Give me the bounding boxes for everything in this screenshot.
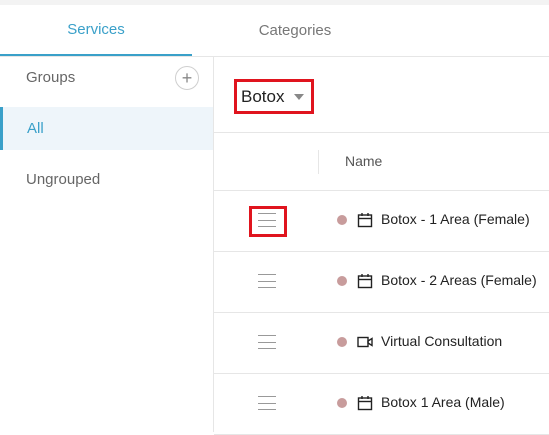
- calendar-icon: [357, 396, 373, 411]
- color-dot: [337, 276, 347, 286]
- calendar-icon: [357, 274, 373, 289]
- groups-header: Groups +: [0, 57, 213, 107]
- caret-down-icon: [294, 93, 305, 100]
- tab-services[interactable]: Services: [0, 5, 192, 56]
- drag-handle-icon[interactable]: [258, 335, 276, 349]
- table-row[interactable]: Botox - 2 Areas (Female): [214, 252, 549, 313]
- column-divider: [318, 150, 319, 174]
- color-dot: [337, 337, 347, 347]
- filter-area: Botox: [214, 57, 549, 133]
- main-panel: Botox Name Botox - 1 Area (Female) Botox…: [214, 57, 549, 435]
- table-row[interactable]: Botox 1 Area (Male): [214, 374, 549, 435]
- dropdown-value: Botox: [241, 86, 285, 106]
- groups-label: Groups: [26, 69, 76, 86]
- calendar-icon: [357, 213, 373, 228]
- color-dot: [337, 215, 347, 225]
- service-name: Virtual Consultation: [381, 333, 503, 349]
- add-group-button[interactable]: +: [175, 66, 199, 90]
- service-name: Botox 1 Area (Male): [381, 394, 505, 410]
- table-header: Name: [214, 133, 549, 191]
- sidebar-item-all[interactable]: All: [0, 107, 213, 150]
- table-row[interactable]: Virtual Consultation: [214, 313, 549, 374]
- category-dropdown[interactable]: Botox: [234, 79, 314, 114]
- drag-handle-icon[interactable]: [258, 213, 276, 227]
- sidebar: Groups + All Ungrouped: [0, 57, 214, 432]
- tab-bar: Services Categories: [0, 5, 549, 57]
- service-name: Botox - 1 Area (Female): [381, 211, 530, 227]
- service-name: Botox - 2 Areas (Female): [381, 272, 537, 288]
- sidebar-item-label: Ungrouped: [26, 171, 101, 188]
- table-row[interactable]: Botox - 1 Area (Female): [214, 191, 549, 252]
- drag-handle-icon[interactable]: [258, 274, 276, 288]
- drag-handle-icon[interactable]: [258, 396, 276, 410]
- color-dot: [337, 398, 347, 408]
- sidebar-item-label: All: [27, 120, 44, 137]
- tab-categories[interactable]: Categories: [198, 5, 392, 56]
- sidebar-item-ungrouped[interactable]: Ungrouped: [0, 158, 213, 201]
- video-icon: [357, 336, 373, 348]
- column-header-name[interactable]: Name: [345, 153, 382, 169]
- plus-icon: +: [181, 67, 193, 88]
